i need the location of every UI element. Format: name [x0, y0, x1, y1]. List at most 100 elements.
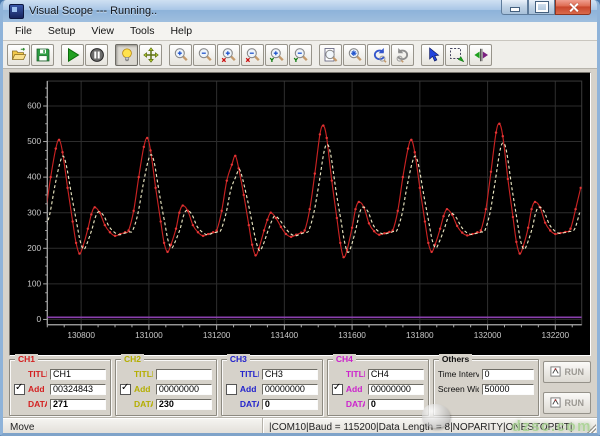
- scope-chart[interactable]: 130800 131000 131200 131400 131600 131800 1320…: [9, 72, 591, 356]
- channel-ch1-group: CH1 TITLE Add (HEX) DATA: [9, 354, 111, 416]
- zoom-x-in-icon: [221, 47, 237, 63]
- ch1-addr-input[interactable]: [49, 383, 106, 395]
- minimize-icon: [509, 7, 520, 12]
- zoom-in-icon: [173, 47, 189, 63]
- others-field-1-label: Screen Width: [437, 384, 479, 394]
- select-region-icon: [449, 47, 465, 63]
- ch3-addr-input[interactable]: [261, 383, 318, 395]
- run-icon: [549, 396, 561, 411]
- menu-setup[interactable]: Setup: [40, 23, 83, 40]
- ch2-addr-label: Add (HEX): [133, 384, 153, 394]
- run-button-2[interactable]: RUN: [542, 392, 592, 414]
- ch2-data-input[interactable]: [155, 398, 212, 410]
- bulb-icon: [119, 47, 135, 63]
- ch4-data-input[interactable]: [367, 398, 424, 410]
- svg-text:600: 600: [27, 102, 41, 111]
- bulb-button[interactable]: [115, 43, 138, 66]
- svg-text:130800: 130800: [67, 331, 95, 340]
- ch2-title-input[interactable]: [155, 368, 212, 380]
- toolbar-group: [7, 43, 55, 66]
- cursors-button[interactable]: [469, 43, 492, 66]
- select-region-button[interactable]: [445, 43, 468, 66]
- close-icon: [569, 3, 578, 12]
- svg-text:131800: 131800: [406, 331, 434, 340]
- ch3-data-label: DATA: [239, 399, 259, 409]
- channel-ch3-legend: CH3: [226, 354, 250, 365]
- zoom-redo-icon: [395, 47, 411, 63]
- play-button[interactable]: [61, 43, 84, 66]
- ch3-title-input[interactable]: [261, 368, 318, 380]
- status-left: Move: [3, 418, 263, 433]
- zoom-in-button[interactable]: [169, 43, 192, 66]
- zoom-y-in-button[interactable]: [265, 43, 288, 66]
- svg-text:0: 0: [36, 315, 41, 324]
- run-button-label: RUN: [564, 398, 585, 408]
- zoom-select-button[interactable]: [343, 43, 366, 66]
- toolbar-group: [115, 43, 163, 66]
- ch3-data-input[interactable]: [261, 398, 318, 410]
- pointer-button[interactable]: [421, 43, 444, 66]
- ch4-addr-input[interactable]: [367, 383, 424, 395]
- ch1-data-label: DATA: [28, 399, 47, 409]
- menu-file[interactable]: File: [7, 23, 40, 40]
- zoom-out-button[interactable]: [193, 43, 216, 66]
- save-button[interactable]: [31, 43, 54, 66]
- minimize-button[interactable]: [501, 0, 528, 15]
- svg-text:132200: 132200: [541, 331, 569, 340]
- open-icon: [11, 47, 27, 63]
- zoom-undo-button[interactable]: [367, 43, 390, 66]
- open-button[interactable]: [7, 43, 30, 66]
- zoom-y-out-button[interactable]: [289, 43, 312, 66]
- menu-help[interactable]: Help: [162, 23, 200, 40]
- ch1-addr-label: Add (HEX): [28, 384, 47, 394]
- ch4-addr-label: Add (HEX): [345, 384, 365, 394]
- title-bar[interactable]: Visual Scope --- Running..: [3, 0, 597, 22]
- svg-text:131000: 131000: [135, 331, 163, 340]
- toolbar-group: [319, 43, 415, 66]
- zoom-y-out-icon: [293, 47, 309, 63]
- svg-text:200: 200: [27, 244, 41, 253]
- run-button-1[interactable]: RUN: [542, 361, 592, 383]
- zoom-x-in-button[interactable]: [217, 43, 240, 66]
- toolbar-group: [61, 43, 109, 66]
- ch4-title-input[interactable]: [367, 368, 424, 380]
- close-button[interactable]: [555, 0, 591, 15]
- zoom-out-icon: [197, 47, 213, 63]
- others-field-1-input[interactable]: [481, 383, 534, 395]
- menu-bar: File Setup View Tools Help: [3, 22, 597, 41]
- status-connection-info: |COM10|Baud = 115200|Data Length = 8|NOP…: [269, 422, 573, 433]
- ch1-addr-checkbox[interactable]: [14, 382, 25, 395]
- cursors-icon: [473, 47, 489, 63]
- zoom-x-out-button[interactable]: [241, 43, 264, 66]
- zoom-y-in-icon: [269, 47, 285, 63]
- ch1-title-input[interactable]: [49, 368, 106, 380]
- menu-tools[interactable]: Tools: [122, 23, 163, 40]
- pause-button[interactable]: [85, 43, 108, 66]
- menu-view[interactable]: View: [83, 23, 122, 40]
- ch1-data-input[interactable]: [49, 398, 106, 410]
- visual-scope-app-icon: [9, 3, 24, 19]
- ch3-addr-checkbox[interactable]: [225, 383, 237, 395]
- channel-ch2-group: CH2 TITLE Add (HEX) DATA: [114, 354, 217, 416]
- ch2-addr-checkbox[interactable]: [119, 382, 131, 395]
- resize-grip[interactable]: [584, 424, 596, 433]
- zoom-redo-button[interactable]: [391, 43, 414, 66]
- ch2-data-label: DATA: [133, 399, 153, 409]
- maximize-icon: [534, 1, 549, 13]
- ch1-title-label: TITLE: [28, 369, 47, 379]
- ch4-data-label: DATA: [345, 399, 365, 409]
- zoom-select-icon: [347, 47, 363, 63]
- ch3-title-label: TITLE: [239, 369, 259, 379]
- ch2-title-label: TITLE: [133, 369, 153, 379]
- zoom-undo-icon: [371, 47, 387, 63]
- maximize-button[interactable]: [528, 0, 555, 15]
- svg-text:131200: 131200: [203, 331, 231, 340]
- channel-ch4-group: CH4 TITLE Add (HEX) DATA: [326, 354, 429, 416]
- others-field-0-input[interactable]: [481, 368, 534, 380]
- pointer-icon: [425, 46, 441, 63]
- ch2-addr-input[interactable]: [155, 383, 212, 395]
- pan-button[interactable]: [139, 43, 162, 66]
- zoom-fit-button[interactable]: [319, 43, 342, 66]
- channel-ch1-legend: CH1: [15, 354, 39, 365]
- ch4-addr-checkbox[interactable]: [331, 382, 343, 395]
